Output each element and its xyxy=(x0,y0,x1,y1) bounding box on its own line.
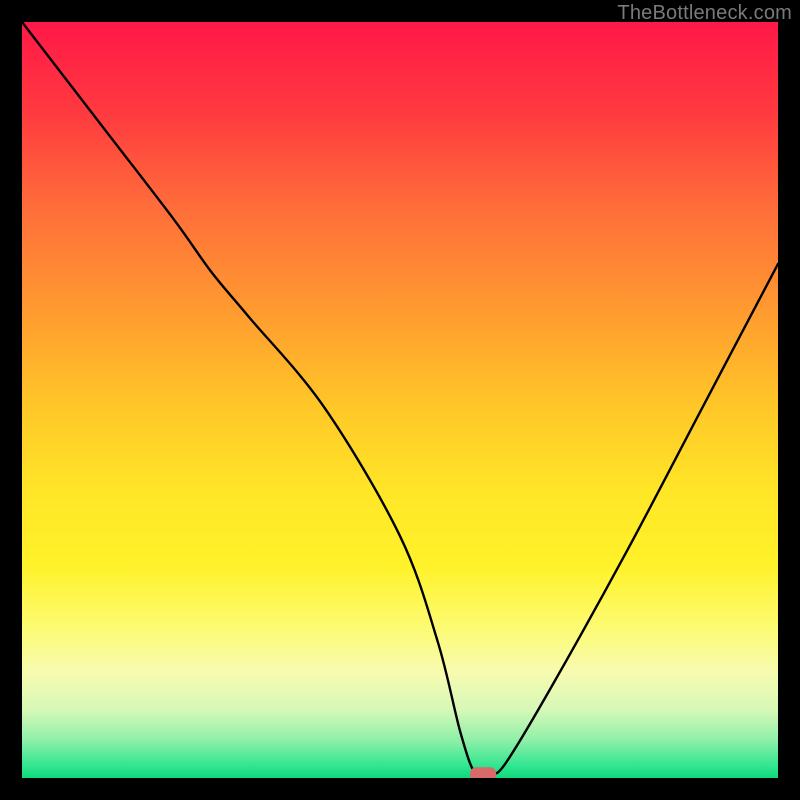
chart-background-gradient xyxy=(22,22,778,778)
chart-svg xyxy=(22,22,778,778)
watermark-label: TheBottleneck.com xyxy=(617,2,792,25)
chart-plot-area xyxy=(22,22,778,778)
optimal-marker xyxy=(470,767,496,778)
